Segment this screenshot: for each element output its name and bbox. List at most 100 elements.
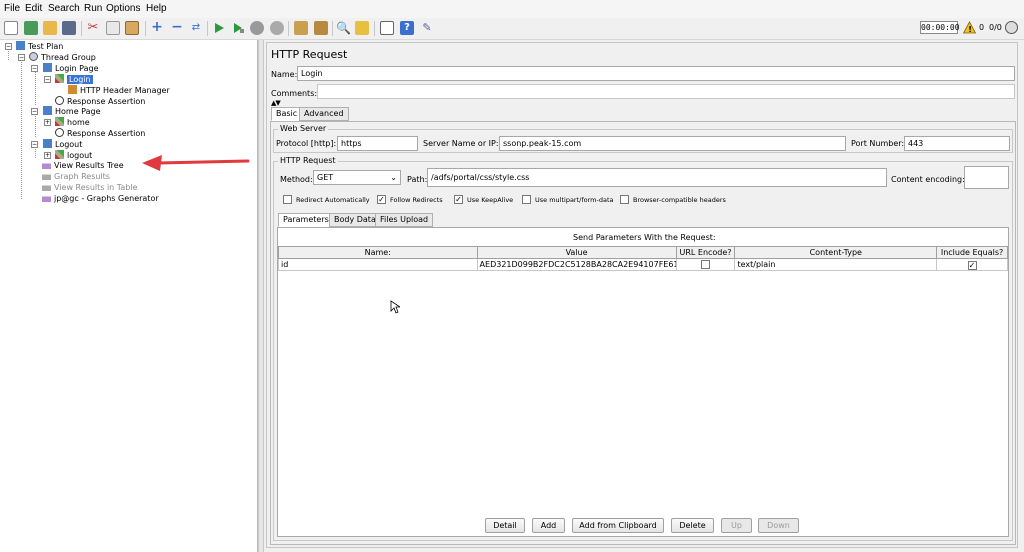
tree-node-http-header-manager[interactable]: HTTP Header Manager [68, 85, 170, 96]
tab-advanced[interactable]: Advanced [299, 107, 349, 121]
window-edge [1018, 40, 1024, 552]
mouse-cursor-icon [390, 300, 400, 314]
menu-search[interactable]: Search [48, 3, 80, 14]
reset-search-icon[interactable] [355, 21, 369, 35]
redirect-automatically-checkbox[interactable] [283, 195, 292, 204]
warning-count: 0 [979, 23, 985, 32]
remote-icon[interactable]: ✎ [420, 21, 434, 35]
expand-toggle[interactable]: − [31, 65, 38, 72]
save-icon[interactable] [62, 21, 76, 35]
browser-compatible-checkbox[interactable] [620, 195, 629, 204]
new-icon[interactable] [4, 21, 18, 35]
start-no-pauses-icon[interactable] [231, 21, 245, 35]
method-select[interactable]: GET ⌄ [313, 170, 401, 185]
menu-run[interactable]: Run [84, 3, 102, 14]
menu-help[interactable]: Help [146, 3, 167, 14]
use-keepalive-checkbox[interactable]: ✓ [454, 195, 463, 204]
path-label: Path: [407, 175, 428, 184]
warning-icon[interactable]: ! [962, 21, 977, 36]
up-button[interactable]: Up [721, 518, 752, 533]
comments-field[interactable] [317, 84, 1015, 99]
tab-basic[interactable]: Basic [271, 107, 303, 121]
add-from-clipboard-button[interactable]: Add from Clipboard [572, 518, 664, 533]
expand-toggle[interactable]: − [18, 54, 25, 61]
multipart-checkbox[interactable] [522, 195, 531, 204]
expand-toggle[interactable]: − [5, 43, 12, 50]
expand-toggle[interactable]: + [44, 119, 51, 126]
column-header-url-encode[interactable]: URL Encode? [675, 246, 736, 259]
tree-node-graph-results[interactable]: Graph Results [42, 171, 110, 182]
tree-node-view-results-in-table[interactable]: View Results in Table [42, 182, 137, 193]
column-header-name[interactable]: Name: [278, 246, 478, 259]
elapsed-timer: 00:00:00 [920, 21, 960, 34]
down-button[interactable]: Down [758, 518, 799, 533]
start-icon[interactable] [212, 21, 226, 35]
column-header-include-equals[interactable]: Include Equals? [936, 246, 1008, 259]
include-equals-cell[interactable]: ✓ [936, 258, 1008, 271]
collapse-arrows-icon[interactable]: ▲▼ [271, 99, 281, 107]
templates-icon[interactable] [24, 21, 38, 35]
content-encoding-field[interactable] [964, 166, 1009, 189]
tree-node-login-page[interactable]: Login Page [43, 63, 99, 74]
multipart-label: Use multipart/form-data [535, 196, 614, 204]
clear-icon[interactable] [294, 21, 308, 35]
function-helper-icon[interactable] [380, 21, 394, 35]
param-name-cell[interactable]: id [278, 258, 478, 271]
include-equals-checkbox[interactable]: ✓ [967, 260, 977, 270]
param-value-cell[interactable]: AED321D099B2FDC2C5128BA28CA2E94107FE610.… [476, 258, 677, 271]
search-icon[interactable]: 🔍 [336, 21, 351, 35]
collapse-icon[interactable]: − [170, 20, 184, 35]
add-button[interactable]: Add [532, 518, 565, 533]
tree-node-login[interactable]: Login [55, 74, 93, 85]
content-type-cell[interactable]: text/plain [734, 258, 938, 271]
menu-edit[interactable]: Edit [25, 3, 42, 14]
port-field[interactable]: 443 [904, 136, 1010, 151]
test-plan-icon [16, 41, 25, 50]
detail-button[interactable]: Detail [485, 518, 525, 533]
tree-node-test-plan[interactable]: Test Plan [16, 41, 63, 52]
protocol-field[interactable]: https [337, 136, 418, 151]
column-header-value[interactable]: Value [476, 246, 677, 259]
help-icon[interactable]: ? [400, 21, 414, 35]
expand-icon[interactable]: + [150, 20, 164, 35]
name-field[interactable]: Login [297, 66, 1015, 81]
copy-icon[interactable] [106, 21, 120, 35]
shutdown-icon[interactable] [270, 21, 284, 35]
menu-bar: File Edit Search Run Options Help [0, 0, 1024, 18]
split-pane-divider[interactable] [258, 40, 264, 552]
menu-file[interactable]: File [4, 3, 20, 14]
tree-node-view-results-tree[interactable]: View Results Tree [42, 160, 124, 171]
server-field[interactable]: ssonp.peak-15.com [499, 136, 846, 151]
path-field[interactable]: /adfs/portal/css/style.css [427, 168, 887, 187]
tree-node-logout-controller[interactable]: Logout [43, 139, 82, 150]
tree-node-response-assertion-2[interactable]: Response Assertion [55, 128, 145, 139]
menu-options[interactable]: Options [106, 3, 140, 14]
url-encode-checkbox[interactable] [701, 259, 711, 269]
url-encode-cell[interactable] [675, 258, 736, 271]
table-row[interactable]: id AED321D099B2FDC2C5128BA28CA2E94107FE6… [278, 258, 1008, 271]
tree-node-graphs-generator[interactable]: jp@gc - Graphs Generator [42, 193, 159, 204]
expand-toggle[interactable]: − [31, 141, 38, 148]
use-keepalive-label: Use KeepAlive [467, 196, 514, 204]
tree-node-thread-group[interactable]: Thread Group [29, 52, 96, 63]
clear-all-icon[interactable] [314, 21, 328, 35]
expand-toggle[interactable]: − [31, 108, 38, 115]
column-header-content-type[interactable]: Content-Type [734, 246, 938, 259]
expand-toggle[interactable]: − [44, 76, 51, 83]
open-icon[interactable] [43, 21, 57, 35]
tree-node-home-page[interactable]: Home Page [43, 106, 101, 117]
paste-icon[interactable] [125, 21, 139, 35]
stop-icon[interactable] [250, 21, 264, 35]
tab-parameters[interactable]: Parameters [278, 213, 334, 227]
controller-icon [43, 106, 52, 115]
redirect-automatically-label: Redirect Automatically [296, 196, 370, 204]
tree-node-home[interactable]: home [55, 117, 90, 128]
follow-redirects-checkbox[interactable]: ✓ [377, 195, 386, 204]
thread-ratio: 0/0 [989, 23, 1002, 32]
cut-icon[interactable]: ✂ [86, 21, 100, 35]
tab-files-upload[interactable]: Files Upload [375, 213, 434, 227]
delete-button[interactable]: Delete [671, 518, 714, 533]
tab-body-data[interactable]: Body Data [329, 213, 381, 227]
expand-toggle[interactable]: + [44, 152, 51, 159]
toggle-icon[interactable]: ⇄ [189, 21, 203, 35]
